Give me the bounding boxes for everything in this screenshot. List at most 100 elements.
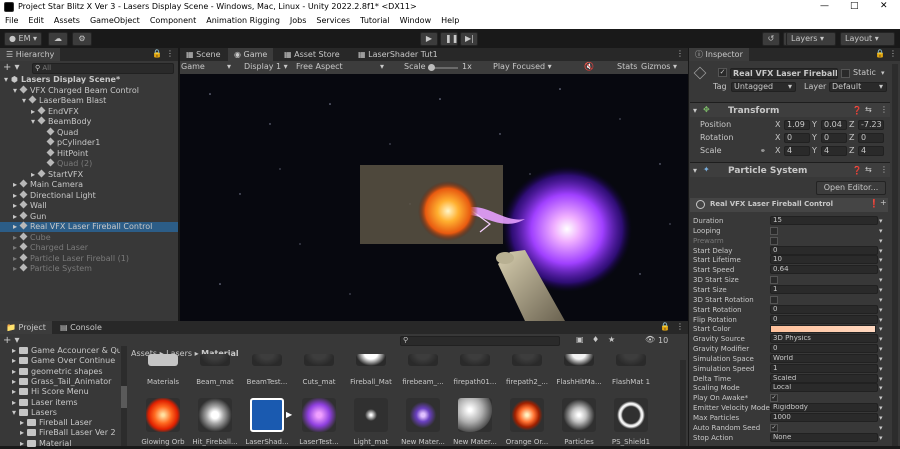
scale-slider-handle[interactable] [428,64,435,71]
tab-asset-store[interactable]: ▦ Asset Store [278,48,346,61]
hierarchy-item[interactable]: ▸ Directional Light [0,190,178,201]
play-button[interactable]: ▶ [420,32,438,46]
preset-icon[interactable]: ⇆ [865,105,872,114]
more-options-icon[interactable]: ⋮ [676,49,684,58]
transform-header[interactable]: ▾ ✥ Transform ❓ ⇆ ⋮ [690,102,890,117]
asset-item[interactable]: Particles [554,398,604,446]
asset-item[interactable]: firepath2_... [502,352,552,400]
property-checkbox[interactable]: ✓ [770,394,778,403]
asset-item[interactable]: Light_mat [346,398,396,446]
hierarchy-item[interactable]: ▸ Particle System [0,263,178,274]
hierarchy-item[interactable]: ▸ Real VFX Laser Fireball Control [0,221,178,232]
inspector-scrollbar[interactable] [892,64,898,446]
property-value-field[interactable]: 1000 [770,413,878,422]
play-preview-icon[interactable]: ▶ [286,410,292,419]
gizmos-dropdown[interactable]: Gizmos ▾ [641,62,677,72]
property-checkbox[interactable] [770,276,778,285]
more-options-icon[interactable]: ⋮ [880,105,888,114]
foldout-arrow-icon[interactable]: ▾ [31,117,38,127]
tab-project[interactable]: 📁 Project [0,321,52,334]
asset-item[interactable]: LaserTest... [294,398,344,446]
open-editor-button[interactable]: Open Editor... [816,181,886,195]
chevron-down-icon[interactable]: ▾ [879,216,883,226]
foldout-arrow-icon[interactable]: ▸ [13,264,20,274]
favorite-icon[interactable]: ★ [608,335,615,344]
foldout-arrow-icon[interactable]: ▸ [13,243,20,253]
transform-y-field[interactable]: 0 [821,133,847,143]
project-folder[interactable]: ▸ Grass_Tail_Animator [0,377,120,387]
hierarchy-item[interactable]: ▾ VFX Charged Beam Control [0,85,178,96]
mute-audio-icon[interactable]: 🔇 [584,62,594,72]
help-icon[interactable]: ❓ [852,106,862,115]
particle-subheader[interactable]: Real VFX Laser Fireball Control ❗ + [690,198,888,212]
project-folder[interactable]: ▸ geometric shapes [0,367,120,377]
asset-item[interactable]: ▶ LaserShad... [242,398,292,446]
chevron-down-icon[interactable]: ▾ [879,324,883,334]
project-folder[interactable]: ▸ FireBall Laser Ver 2 [0,428,120,438]
hierarchy-item[interactable]: ▾ BeamBody [0,116,178,127]
chevron-down-icon[interactable]: ▾ [879,236,883,246]
property-value-field[interactable]: 0 [770,304,878,314]
menu-tutorial[interactable]: Tutorial [355,14,394,25]
chevron-down-icon[interactable]: ▾ [879,315,883,325]
foldout-arrow-icon[interactable]: ▸ [20,428,27,438]
transform-x-field[interactable]: 1.09 [784,120,810,130]
menu-help[interactable]: Help [436,14,464,25]
chevron-down-icon[interactable]: ▾ [879,246,883,256]
object-active-checkbox[interactable]: ✓ [718,68,727,77]
foldout-arrow-icon[interactable]: ▸ [31,170,38,180]
layer-dropdown[interactable]: Default ▾ [829,82,887,92]
chevron-down-icon[interactable]: ▾ [879,393,883,403]
hierarchy-item[interactable]: Quad [0,127,178,138]
property-value-field[interactable]: 0 [770,314,878,324]
chevron-down-icon[interactable]: ▾ [879,334,883,344]
project-folder[interactable]: ▸ Fireball Laser [0,418,120,428]
foldout-arrow-icon[interactable]: ▸ [20,418,27,428]
menu-jobs[interactable]: Jobs [285,14,312,25]
project-folder[interactable]: ▾ Lasers [0,408,120,418]
more-options-icon[interactable]: ⋮ [880,165,888,174]
transform-z-field[interactable]: 4 [858,146,884,156]
asset-item[interactable]: FlashMat 1 [606,352,656,400]
hierarchy-item[interactable]: Quad (2) [0,158,178,169]
foldout-arrow-icon[interactable]: ▸ [13,191,20,201]
tab-hierarchy[interactable]: ☰ Hierarchy [0,48,61,61]
menu-assets[interactable]: Assets [49,14,85,25]
transform-z-field[interactable]: -7.23 [858,120,884,130]
chevron-down-icon[interactable]: ▾ [879,344,883,354]
property-checkbox[interactable] [770,226,778,235]
menu-window[interactable]: Window [395,14,437,25]
project-folder[interactable]: ▸ Hi Score Menu [0,387,120,397]
tag-dropdown[interactable]: Untagged ▾ [731,82,796,92]
property-value-field[interactable]: 15 [770,216,878,225]
foldout-arrow-icon[interactable]: ▸ [31,107,38,117]
project-folder[interactable]: ▸ Game Over Continue [0,356,120,366]
hierarchy-item[interactable]: ▾ ⬢ Lasers Display Scene* [0,75,178,85]
hidden-packages-icon[interactable]: 👁 [645,335,655,344]
step-button[interactable]: ▶| [460,32,478,46]
foldout-arrow-icon[interactable]: ▸ [12,346,19,356]
game-viewport[interactable] [180,74,688,321]
folder-tree-scrollbar[interactable] [121,346,127,446]
tab-inspector[interactable]: ⓘ Inspector [689,48,749,61]
asset-item[interactable]: Glowing Orb [138,398,188,446]
foldout-arrow-icon[interactable]: ▾ [12,408,19,418]
hierarchy-item[interactable]: pCylinder1 [0,137,178,148]
project-search-input[interactable]: ⚲ [400,336,560,346]
foldout-arrow-icon[interactable]: ▾ [13,86,20,96]
add-module-icon[interactable]: ❗ [869,199,879,208]
transform-x-field[interactable]: 4 [784,146,810,156]
foldout-arrow-icon[interactable]: ▾ [4,75,11,85]
chevron-down-icon[interactable]: ▾ [879,383,883,393]
property-value-field[interactable]: 1 [770,363,878,373]
hierarchy-item[interactable]: ▸ Charged Laser [0,242,178,253]
asset-item[interactable]: Beam_mat [190,352,240,400]
hierarchy-search-input[interactable]: ⚲ All [32,63,174,74]
pause-button[interactable]: ❚❚ [440,32,458,46]
foldout-arrow-icon[interactable]: ▸ [13,180,20,190]
asset-item[interactable]: Orange Or... [502,398,552,446]
maximize-icon[interactable]: □ [850,1,859,11]
folder-tree-scroll-thumb[interactable] [121,386,127,408]
menu-component[interactable]: Component [145,14,201,25]
hierarchy-item[interactable]: ▸ Particle Laser Fireball (1) [0,253,178,264]
